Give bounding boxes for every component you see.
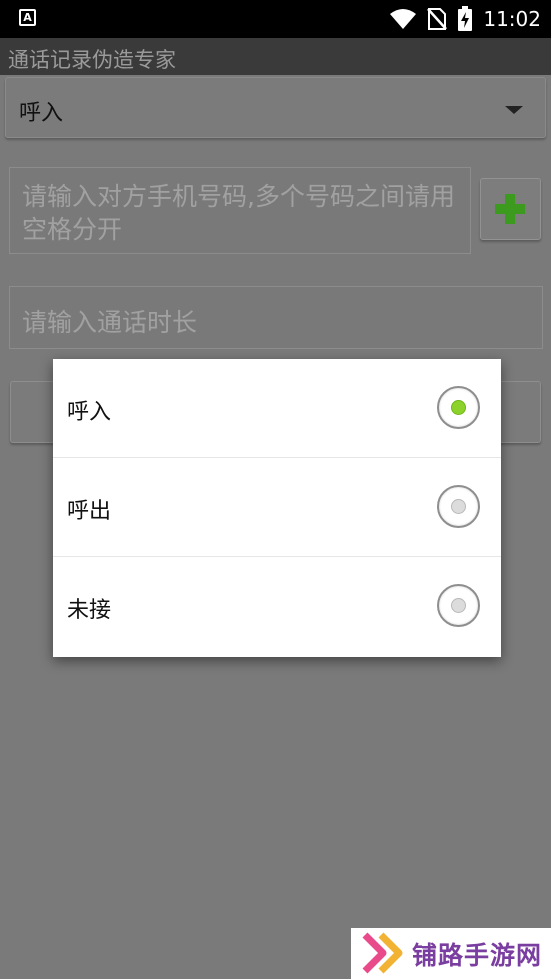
app-title: 通话记录伪造专家 (8, 48, 176, 72)
radio-dot (451, 598, 466, 613)
add-contact-button[interactable] (480, 178, 541, 240)
phone-number-input[interactable]: 请输入对方手机号码,多个号码之间请用空格分开 (9, 167, 471, 254)
wifi-icon (390, 9, 417, 29)
radio-button[interactable] (437, 485, 480, 528)
option-label: 未接 (67, 598, 112, 623)
call-type-dialog: 呼入 呼出 未接 (53, 359, 501, 657)
plus-icon (495, 194, 525, 224)
dialog-option-outgoing[interactable]: 呼出 (53, 458, 501, 557)
phone-number-placeholder: 请输入对方手机号码,多个号码之间请用空格分开 (22, 182, 455, 244)
status-bar: A 11:02 (0, 0, 551, 38)
radio-dot (451, 499, 466, 514)
watermark-logo: 铺路手游网 (351, 928, 551, 979)
status-icons: 11:02 (389, 0, 541, 38)
option-label: 呼出 (67, 499, 112, 524)
battery-charging-icon (458, 6, 473, 31)
option-label: 呼入 (67, 400, 112, 425)
radio-button-checked[interactable] (437, 386, 480, 429)
dialog-option-missed[interactable]: 未接 (53, 557, 501, 656)
radio-button[interactable] (437, 584, 480, 627)
text-a-icon: A (19, 9, 36, 26)
no-sim-icon (427, 8, 448, 30)
dialog-option-incoming[interactable]: 呼入 (53, 359, 501, 458)
watermark-text: 铺路手游网 (412, 941, 543, 970)
dropdown-arrow-icon (505, 106, 523, 114)
double-chevron-icon (362, 932, 403, 974)
radio-dot (451, 400, 466, 415)
call-type-dropdown[interactable]: 呼入 (5, 77, 546, 138)
app-title-bar: 通话记录伪造专家 (0, 38, 551, 75)
call-type-selected: 呼入 (19, 101, 64, 126)
status-time: 11:02 (483, 7, 541, 31)
call-duration-input[interactable]: 请输入通话时长 (9, 286, 543, 349)
call-duration-placeholder: 请输入通话时长 (22, 308, 198, 337)
